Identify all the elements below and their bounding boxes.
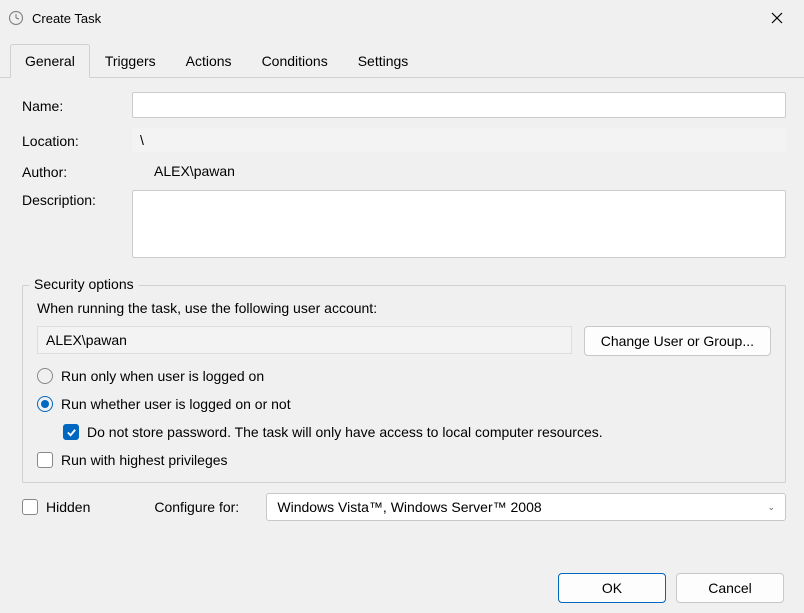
radio-run-logged-on[interactable]: [37, 368, 53, 384]
location-label: Location:: [22, 131, 132, 149]
tab-general[interactable]: General: [10, 44, 90, 78]
task-scheduler-icon: [8, 10, 24, 26]
checkbox-do-not-store-password-label: Do not store password. The task will onl…: [87, 424, 603, 440]
checkbox-hidden[interactable]: [22, 499, 38, 515]
checkbox-do-not-store-password[interactable]: [63, 424, 79, 440]
dialog-footer: OK Cancel: [0, 563, 804, 613]
change-user-or-group-button[interactable]: Change User or Group...: [584, 326, 771, 356]
checkbox-run-highest-privileges[interactable]: [37, 452, 53, 468]
configure-for-label: Configure for:: [154, 499, 254, 515]
tab-conditions[interactable]: Conditions: [247, 44, 343, 78]
configure-for-select[interactable]: Windows Vista™, Windows Server™ 2008 ⌄: [266, 493, 786, 521]
description-label: Description:: [22, 190, 132, 208]
create-task-window: Create Task General Triggers Actions Con…: [0, 0, 804, 613]
author-value: ALEX\pawan: [132, 163, 786, 179]
tab-actions[interactable]: Actions: [171, 44, 247, 78]
tab-triggers[interactable]: Triggers: [90, 44, 171, 78]
security-options-legend: Security options: [29, 276, 139, 292]
checkbox-hidden-label: Hidden: [46, 499, 90, 515]
close-icon[interactable]: [762, 4, 792, 32]
user-account-display: ALEX\pawan: [37, 326, 572, 354]
checkbox-run-highest-privileges-label: Run with highest privileges: [61, 452, 228, 468]
tabpane-general: Name: Location: \ Author: ALEX\pawan Des…: [0, 78, 804, 563]
cancel-button[interactable]: Cancel: [676, 573, 784, 603]
description-input[interactable]: [132, 190, 786, 258]
name-label: Name:: [22, 96, 132, 114]
security-caption: When running the task, use the following…: [37, 300, 771, 316]
chevron-down-icon: ⌄: [767, 502, 775, 513]
tab-settings[interactable]: Settings: [343, 44, 424, 78]
radio-run-logged-on-label: Run only when user is logged on: [61, 368, 264, 384]
security-options-group: Security options When running the task, …: [22, 285, 786, 483]
ok-button[interactable]: OK: [558, 573, 666, 603]
window-title: Create Task: [32, 11, 762, 26]
tabstrip: General Triggers Actions Conditions Sett…: [0, 44, 804, 78]
titlebar: Create Task: [0, 0, 804, 36]
radio-run-logged-or-not[interactable]: [37, 396, 53, 412]
author-label: Author:: [22, 162, 132, 180]
name-input[interactable]: [132, 92, 786, 118]
location-value: \: [132, 128, 786, 152]
configure-for-value: Windows Vista™, Windows Server™ 2008: [277, 499, 541, 515]
radio-run-logged-or-not-label: Run whether user is logged on or not: [61, 396, 291, 412]
